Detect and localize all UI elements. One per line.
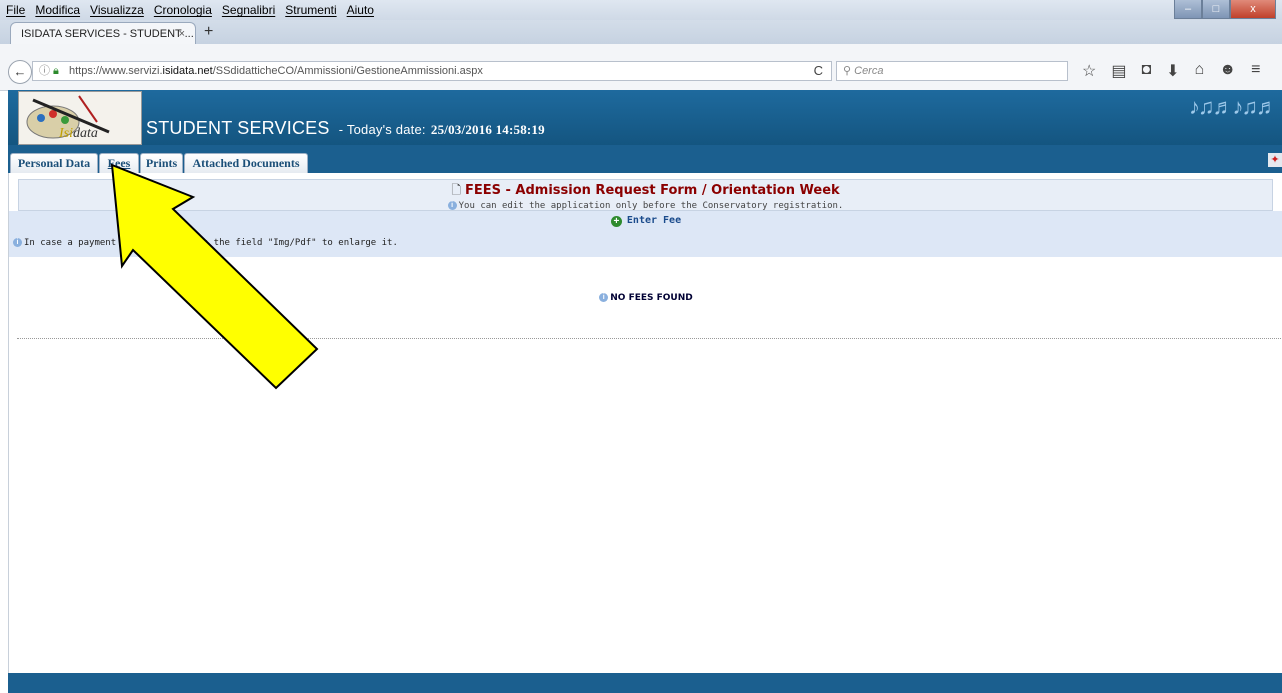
menu-bar: File Modifica Visualizza Cronologia Segn… <box>0 0 1282 20</box>
info-icon: i <box>447 201 457 210</box>
isidata-logo: Isidata <box>18 91 142 145</box>
reload-icon[interactable]: C <box>814 62 823 80</box>
close-window-button[interactable]: x <box>1230 0 1276 19</box>
search-input[interactable]: ⚲ Cerca <box>836 61 1068 81</box>
back-button[interactable]: ← <box>8 60 32 84</box>
info-icon: i <box>13 238 22 247</box>
info-icon: i <box>599 293 609 302</box>
enter-fee-link[interactable]: Enter Fee <box>627 215 681 226</box>
divider <box>17 338 1282 339</box>
menu-segnalibri[interactable]: Segnalibri <box>222 3 275 17</box>
browser-tab-title: ISIDATA SERVICES - STUDENT ... <box>21 28 194 40</box>
page-title: STUDENT SERVICES - Today's date: 25/03/2… <box>146 118 545 139</box>
toolbar-icons: ☆ ▤ ◘ ⬇ ⌂ ☻ ≡ <box>1082 61 1260 81</box>
lock-icon[interactable]: 🔒︎ <box>53 62 59 80</box>
maximize-button[interactable]: □ <box>1202 0 1230 19</box>
site-header: Isidata STUDENT SERVICES - Today's date:… <box>8 90 1282 145</box>
pocket-icon[interactable]: ◘ <box>1141 61 1151 81</box>
navigation-bar: ← ⓘ 🔒︎ https://www.servizi.isidata.net/S… <box>0 44 1282 91</box>
form-title: 🗋︎ FEES - Admission Request Form / Orient… <box>451 183 840 198</box>
url-text: https://www.servizi.isidata.net/SSdidatt… <box>69 65 483 77</box>
home-icon[interactable]: ⌂ <box>1195 61 1205 81</box>
site-name: STUDENT SERVICES <box>146 118 330 138</box>
current-date: 25/03/2016 14:58:19 <box>430 122 545 137</box>
info-icon[interactable]: ⓘ <box>39 62 50 80</box>
search-icon: ⚲ <box>843 65 852 77</box>
pin-icon[interactable]: ✦ <box>1268 153 1282 167</box>
chat-icon[interactable]: ☻ <box>1219 61 1236 81</box>
music-notes-icon: ♪♫♬♪♫♬ <box>1189 94 1278 119</box>
download-icon[interactable]: ⬇ <box>1166 61 1179 81</box>
address-bar[interactable]: ⓘ 🔒︎ https://www.servizi.isidata.net/SSd… <box>32 61 832 81</box>
receipt-note: i In case a payment receipt click on the … <box>9 231 1282 257</box>
menu-strumenti[interactable]: Strumenti <box>285 3 336 17</box>
logo-text: Isidata <box>59 126 98 141</box>
library-icon[interactable]: ▤ <box>1111 61 1126 81</box>
add-icon[interactable]: + <box>610 216 622 227</box>
browser-tab[interactable]: ISIDATA SERVICES - STUDENT ... × <box>10 22 196 44</box>
main-content: 🗋︎ FEES - Admission Request Form / Orient… <box>8 173 1282 673</box>
browser-tab-strip: ISIDATA SERVICES - STUDENT ... × + <box>0 20 1282 44</box>
menu-cronologia[interactable]: Cronologia <box>154 3 212 17</box>
minimize-button[interactable]: – <box>1174 0 1202 19</box>
date-prefix: - Today's date: <box>338 122 426 137</box>
form-subtitle: i You can edit the application only befor… <box>19 201 1272 211</box>
footer-bar <box>8 673 1282 693</box>
menu-visualizza[interactable]: Visualizza <box>90 3 144 17</box>
menu-items: File Modifica Visualizza Cronologia Segn… <box>6 3 374 17</box>
menu-aiuto[interactable]: Aiuto <box>347 3 374 17</box>
star-icon[interactable]: ☆ <box>1082 61 1096 81</box>
menu-modifica[interactable]: Modifica <box>35 3 80 17</box>
tab-prints[interactable]: Prints <box>140 153 183 173</box>
enter-fee-row: + Enter Fee <box>9 211 1282 231</box>
form-header: 🗋︎ FEES - Admission Request Form / Orient… <box>18 179 1273 211</box>
tab-attached-documents[interactable]: Attached Documents <box>184 153 308 173</box>
empty-message: i NO FEES FOUND <box>9 293 1282 303</box>
tab-fees[interactable]: Fees <box>99 153 139 173</box>
new-tab-button[interactable]: + <box>204 23 213 41</box>
document-icon: 🗋︎ <box>451 183 461 197</box>
page-tabs: Personal Data Fees Prints Attached Docum… <box>8 145 1282 173</box>
close-tab-icon[interactable]: × <box>179 23 185 45</box>
window-controls: – □ x <box>1174 0 1276 19</box>
menu-file[interactable]: File <box>6 3 25 17</box>
search-placeholder: Cerca <box>854 65 884 77</box>
tab-personal-data[interactable]: Personal Data <box>10 153 98 173</box>
menu-icon[interactable]: ≡ <box>1251 61 1260 81</box>
